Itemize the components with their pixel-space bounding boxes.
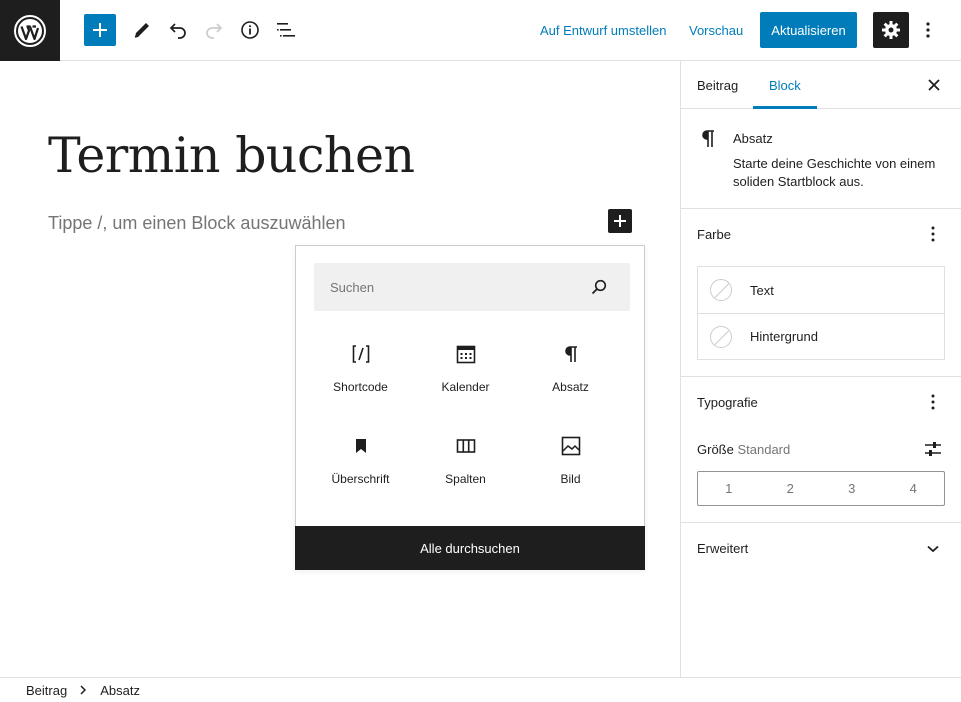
edit-tools-button[interactable] — [124, 12, 160, 48]
block-card-title: Absatz — [733, 131, 773, 146]
empty-color-swatch-icon — [710, 325, 732, 348]
gear-icon — [882, 21, 900, 39]
block-item-label: Spalten — [445, 472, 486, 486]
color-panel-title: Farbe — [697, 227, 731, 242]
custom-size-toggle[interactable] — [921, 437, 945, 461]
block-item-label: Bild — [560, 472, 581, 486]
list-view-icon — [277, 23, 295, 37]
undo-icon — [169, 23, 186, 39]
switch-to-draft-link[interactable]: Auf Entwurf umstellen — [540, 23, 666, 38]
editor-header: Auf Entwurf umstellen Vorschau Aktualisi… — [0, 0, 961, 61]
sidebar-tabs: Beitrag Block — [681, 61, 961, 109]
font-size-picker: 1 2 3 4 — [697, 471, 945, 506]
redo-icon — [206, 23, 223, 39]
tab-block[interactable]: Block — [753, 61, 817, 109]
plus-icon — [614, 215, 626, 227]
breadcrumb-root[interactable]: Beitrag — [26, 683, 67, 698]
block-card: Absatz Starte deine Geschichte von einem… — [681, 109, 961, 209]
add-block-button[interactable] — [84, 14, 116, 46]
paragraph-icon — [702, 130, 714, 147]
settings-sidebar: Beitrag Block Absatz Starte deine Geschi… — [680, 61, 961, 677]
color-panel: Farbe Text Hintergrund — [681, 209, 961, 377]
wordpress-logo-button[interactable] — [0, 0, 60, 61]
font-size-label-text: Größe — [697, 442, 734, 457]
preview-link[interactable]: Vorschau — [689, 23, 743, 38]
font-size-option-3[interactable]: 3 — [821, 472, 883, 505]
breadcrumb-current: Absatz — [100, 682, 140, 698]
update-button[interactable]: Aktualisieren — [760, 12, 857, 48]
block-item-label: Shortcode — [333, 380, 388, 394]
more-vertical-icon — [931, 394, 935, 410]
inline-add-block-button[interactable] — [608, 209, 632, 233]
block-inserter-popover: Shortcode Kalender Absatz Überschrift Sp… — [295, 245, 645, 570]
typography-options-button[interactable] — [921, 390, 945, 414]
font-size-label: Größe Standard — [697, 442, 790, 457]
block-item-calendar[interactable]: Kalender — [413, 330, 518, 422]
close-icon — [928, 79, 940, 91]
close-sidebar-button[interactable] — [922, 73, 946, 97]
paragraph-placeholder[interactable]: Tippe /, um einen Block auszuwählen — [48, 213, 346, 234]
block-item-label: Kalender — [441, 380, 490, 394]
info-icon — [241, 21, 259, 39]
redo-button[interactable] — [196, 12, 232, 48]
block-card-description: Starte deine Geschichte von einem solide… — [733, 156, 936, 189]
browse-all-button[interactable]: Alle durchsuchen — [295, 526, 645, 570]
shortcode-icon — [352, 345, 369, 363]
empty-color-swatch-icon — [710, 279, 732, 301]
font-size-option-4[interactable]: 4 — [883, 472, 945, 505]
advanced-toggle[interactable] — [921, 537, 945, 561]
calendar-icon — [456, 345, 475, 364]
block-item-image[interactable]: Bild — [518, 422, 623, 514]
typography-panel: Typografie Größe Standard 1 2 3 4 — [681, 377, 961, 523]
block-item-label: Absatz — [552, 380, 589, 394]
inserter-search-input[interactable] — [314, 263, 584, 311]
chevron-down-icon — [927, 545, 939, 553]
undo-button[interactable] — [160, 12, 196, 48]
font-size-option-1[interactable]: 1 — [698, 472, 760, 505]
details-button[interactable] — [232, 12, 268, 48]
block-breadcrumb: Beitrag Absatz — [0, 677, 961, 702]
color-options-button[interactable] — [921, 222, 945, 246]
background-color-label: Hintergrund — [750, 329, 818, 344]
font-size-option-2[interactable]: 2 — [760, 472, 822, 505]
text-color-label: Text — [750, 282, 774, 298]
image-icon — [561, 436, 580, 456]
paragraph-icon — [564, 346, 577, 362]
more-vertical-icon — [931, 226, 935, 242]
plus-icon — [93, 23, 107, 37]
list-view-button[interactable] — [268, 12, 304, 48]
wordpress-logo-icon — [14, 14, 46, 47]
heading-bookmark-icon — [355, 439, 366, 453]
advanced-panel-title: Erweitert — [697, 541, 749, 556]
color-options-list: Text Hintergrund — [697, 266, 945, 360]
block-item-columns[interactable]: Spalten — [413, 422, 518, 514]
columns-icon — [456, 439, 475, 453]
post-title[interactable]: Termin buchen — [48, 127, 415, 184]
more-vertical-icon — [926, 22, 930, 38]
block-item-label: Überschrift — [331, 472, 390, 486]
tab-post[interactable]: Beitrag — [681, 61, 754, 109]
typography-panel-title: Typografie — [697, 395, 758, 410]
block-item-shortcode[interactable]: Shortcode — [308, 330, 413, 422]
advanced-panel[interactable]: Erweitert — [681, 523, 961, 576]
inserter-block-grid: Shortcode Kalender Absatz Überschrift Sp… — [308, 330, 632, 514]
options-menu-button[interactable] — [916, 12, 940, 48]
inserter-search — [314, 263, 630, 311]
text-color-option[interactable]: Text — [698, 267, 944, 313]
block-item-paragraph[interactable]: Absatz — [518, 330, 623, 422]
sliders-icon — [925, 442, 941, 456]
pencil-icon — [134, 23, 149, 38]
block-item-heading[interactable]: Überschrift — [308, 422, 413, 514]
background-color-option[interactable]: Hintergrund — [698, 313, 944, 359]
search-icon — [591, 279, 607, 295]
font-size-value: Standard — [737, 442, 791, 457]
settings-button[interactable] — [873, 12, 909, 48]
chevron-right-icon — [80, 685, 87, 695]
